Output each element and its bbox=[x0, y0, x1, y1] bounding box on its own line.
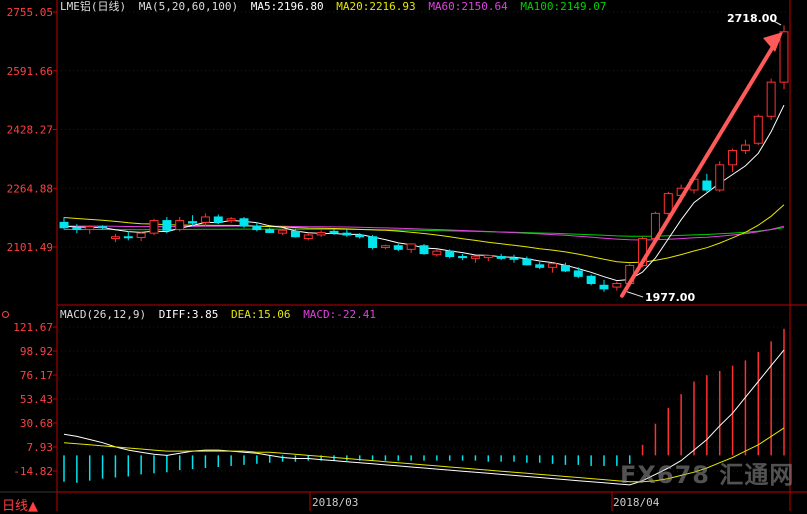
chart-frame bbox=[0, 0, 807, 511]
candle-up bbox=[136, 232, 146, 238]
candle-up bbox=[200, 216, 210, 223]
candle-down bbox=[368, 236, 378, 249]
candle-down bbox=[342, 232, 352, 236]
candle-down bbox=[355, 234, 365, 238]
candle-down bbox=[445, 250, 455, 258]
candle-down bbox=[560, 265, 570, 272]
candle-down bbox=[188, 221, 198, 224]
y-tick-label: 98.92 bbox=[20, 345, 53, 358]
candle-down bbox=[213, 216, 223, 223]
candle-up bbox=[226, 218, 236, 222]
macd-params: MACD(26,12,9) bbox=[60, 308, 147, 321]
macd-y-ticks: 121.67 98.92 76.17 53.43 30.68 7.93 -14.82 bbox=[13, 321, 57, 478]
candle-up bbox=[483, 254, 493, 259]
candle-up bbox=[316, 231, 326, 236]
ma100-value: MA100:2149.07 bbox=[520, 0, 607, 13]
candle-down bbox=[265, 229, 275, 233]
y-tick-label: 2264.88 bbox=[7, 182, 53, 195]
candle-up bbox=[470, 255, 480, 259]
y-tick-label: 7.93 bbox=[27, 441, 54, 454]
candle-down bbox=[123, 236, 133, 239]
dea-value: DEA:15.06 bbox=[230, 308, 291, 321]
candle-down bbox=[586, 275, 596, 284]
candle-down bbox=[290, 230, 300, 238]
ma-params: MA(5,20,60,100) bbox=[138, 0, 239, 13]
instrument-title: LME铝(日线) bbox=[60, 0, 127, 13]
candle-up bbox=[380, 245, 390, 249]
candle-up bbox=[175, 220, 185, 231]
candle-up bbox=[766, 81, 776, 117]
candle-up bbox=[406, 243, 416, 250]
x-tick-label: 2018/03 bbox=[312, 496, 359, 509]
arrow-shaft bbox=[620, 38, 779, 298]
candle-up bbox=[548, 263, 558, 268]
trend-arrow bbox=[620, 18, 783, 298]
ma20-value: MA20:2216.93 bbox=[336, 0, 416, 13]
candle-down bbox=[252, 225, 262, 231]
chart-canvas: 2755.05 2591.66 2428.27 2264.88 2101.49 121.… bbox=[0, 0, 807, 511]
candle-down bbox=[496, 256, 506, 259]
candlesticks bbox=[59, 25, 789, 292]
candle-up bbox=[753, 115, 763, 144]
candle-up bbox=[303, 234, 313, 240]
period-button[interactable]: 日线▲ bbox=[2, 495, 38, 514]
y-tick-label: 2755.05 bbox=[7, 6, 53, 19]
low-leader bbox=[626, 291, 644, 298]
candle-down bbox=[72, 227, 82, 231]
high-annotation: 2718.00 bbox=[727, 12, 778, 25]
candle-down bbox=[59, 221, 69, 229]
y-tick-label: 2428.27 bbox=[7, 124, 53, 137]
candle-up bbox=[278, 229, 288, 234]
candle-down bbox=[509, 257, 519, 260]
candle-down bbox=[329, 230, 339, 234]
ma60-value: MA60:2150.64 bbox=[428, 0, 508, 13]
y-tick-label: 2591.66 bbox=[7, 65, 53, 78]
candle-up bbox=[740, 144, 750, 151]
price-header: LME铝(日线) MA(5,20,60,100) MA5:2196.80 MA2… bbox=[60, 0, 613, 14]
candle-up bbox=[85, 226, 95, 231]
diff-value: DIFF:3.85 bbox=[158, 308, 219, 321]
y-tick-label: 30.68 bbox=[20, 417, 53, 430]
indicator-dot bbox=[2, 311, 9, 318]
watermark: FX678 汇通网 bbox=[620, 461, 795, 489]
price-y-ticks: 2755.05 2591.66 2428.27 2264.88 2101.49 bbox=[7, 6, 57, 254]
candle-down bbox=[162, 220, 172, 231]
candle-down bbox=[98, 226, 108, 229]
y-tick-label: 121.67 bbox=[13, 321, 53, 334]
candle-down bbox=[702, 180, 712, 191]
ma5-value: MA5:2196.80 bbox=[250, 0, 324, 13]
candle-down bbox=[458, 256, 468, 259]
macd-value: MACD:-22.41 bbox=[303, 308, 377, 321]
candle-down bbox=[599, 284, 609, 290]
candle-up bbox=[612, 282, 622, 288]
macd-header: MACD(26,12,9) DIFF:3.85 DEA:15.06 MACD:-… bbox=[60, 308, 382, 321]
x-tick-label: 2018/04 bbox=[613, 496, 660, 509]
low-annotation: 1977.00 bbox=[645, 291, 696, 304]
candle-up bbox=[728, 149, 738, 166]
candle-up bbox=[110, 236, 120, 240]
price-grid bbox=[57, 11, 790, 248]
candle-down bbox=[239, 218, 249, 227]
y-tick-label: -14.82 bbox=[13, 465, 53, 478]
candle-down bbox=[419, 245, 429, 255]
y-tick-label: 2101.49 bbox=[7, 241, 53, 254]
candle-down bbox=[535, 264, 545, 268]
y-tick-label: 53.43 bbox=[20, 393, 53, 406]
candle-up bbox=[779, 31, 789, 83]
candle-up bbox=[432, 250, 442, 256]
candle-up bbox=[149, 220, 159, 234]
y-tick-label: 76.17 bbox=[20, 369, 53, 382]
candle-down bbox=[522, 258, 532, 266]
candle-up bbox=[663, 193, 673, 214]
candle-down bbox=[393, 245, 403, 250]
candle-up bbox=[715, 164, 725, 191]
macd-grid bbox=[57, 326, 790, 472]
candle-down bbox=[573, 270, 583, 277]
